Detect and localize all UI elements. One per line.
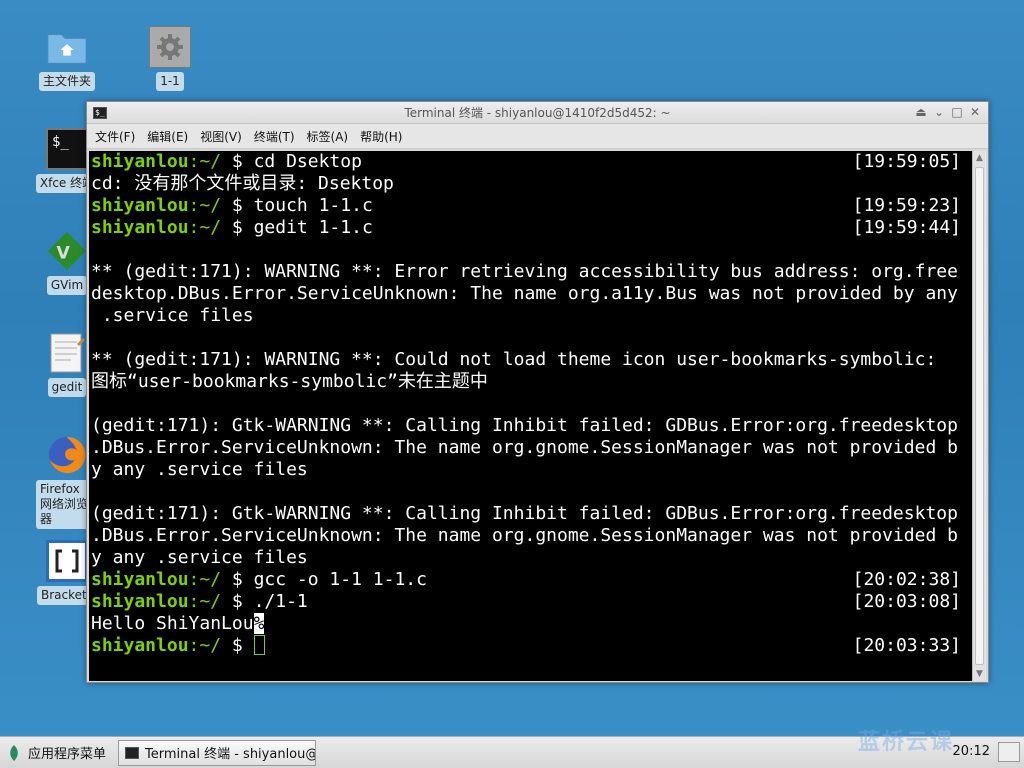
terminal-prompt-line: Hello ShiYanLou% <box>91 613 973 635</box>
terminal-output-line: .DBus.Error.ServiceUnknown: The name org… <box>91 525 958 546</box>
prompt-command: $ gcc -o 1-1 1-1.c <box>221 569 427 590</box>
terminal-prompt-line: shiyanlou:~/ $ gedit 1-1.c [19:59:44] <box>91 217 973 239</box>
no-newline-marker: % <box>253 613 265 634</box>
terminal-output[interactable]: shiyanlou:~/ $ cd Dsektop [19:59:05] cd: 没… <box>89 151 973 681</box>
window-title: Terminal 终端 - shiyanlou@1410f2d5d452: ~ <box>404 106 671 120</box>
xfce-leaf-icon <box>10 744 18 761</box>
applications-menu-button[interactable]: 应用程序菜单 <box>0 737 114 768</box>
prompt-path: :~/ <box>188 151 222 172</box>
terminal-output-line: ** (gedit:171): WARNING **: Could not lo… <box>91 349 937 370</box>
prompt-command: $ ./1-1 <box>221 591 308 612</box>
applications-menu-label: 应用程序菜单 <box>28 747 107 762</box>
menu-bar: 文件(F) 编辑(E) 视图(V) 终端(T) 标签(A) 帮助(H) <box>87 124 988 149</box>
taskbar-terminal-task[interactable]: Terminal 终端 - shiyanlou@… <box>118 739 317 766</box>
prompt-command: $ gedit 1-1.c <box>221 217 373 238</box>
menu-file[interactable]: 文件(F) <box>95 128 135 145</box>
terminal-cursor <box>253 635 265 655</box>
close-icon[interactable]: ✕ <box>968 105 982 119</box>
terminal-prompt-line: shiyanlou:~/ $ gcc -o 1-1 1-1.c [20:02:38… <box>91 569 973 591</box>
show-desktop-button[interactable] <box>998 742 1020 762</box>
terminal-output-line: .service files <box>91 305 254 326</box>
window-titlebar[interactable]: $_ Terminal 终端 - shiyanlou@1410f2d5d452:… <box>87 102 988 124</box>
prompt-path: :~/ <box>188 195 222 216</box>
terminal-output-line: y any .service files <box>91 459 308 480</box>
desktop-icon-label: 1-1 <box>156 72 184 91</box>
prompt-command: $ cd Dsektop <box>221 151 362 172</box>
scroll-down-icon[interactable]: ▼ <box>973 667 986 681</box>
menu-help[interactable]: 帮助(H) <box>360 128 402 145</box>
text-editor-icon <box>46 332 88 374</box>
prompt-path: :~/ <box>188 569 222 590</box>
svg-text:V: V <box>57 244 71 264</box>
terminal-prompt-line: shiyanlou:~/ $ ./1-1 [20:03:08] <box>91 591 973 613</box>
prompt-command: $ <box>221 635 254 656</box>
task-label: Terminal 终端 - shiyanlou@… <box>145 747 317 762</box>
terminal-icon <box>125 746 140 759</box>
terminal-output-line: 图标“user-bookmarks-symbolic”未在主题中 <box>91 371 488 392</box>
prompt-user: shiyanlou <box>91 151 189 172</box>
terminal-prompt-line: shiyanlou:~/ $ touch 1-1.c [19:59:23] <box>91 195 973 217</box>
terminal-prompt-line: shiyanlou:~/ $ cd Dsektop [19:59:05] <box>91 151 973 173</box>
prompt-path: :~/ <box>188 217 222 238</box>
scroll-up-icon[interactable]: ▲ <box>973 151 986 165</box>
minimize-icon[interactable]: ⌄ <box>932 105 946 119</box>
terminal-output-line: y any .service files <box>91 547 308 568</box>
gear-icon <box>149 26 191 68</box>
desktop-icon-settings-file[interactable]: 1-1 <box>130 26 210 91</box>
prompt-timestamp: [19:59:05] <box>852 151 961 172</box>
vim-icon: V <box>46 230 88 272</box>
menu-edit[interactable]: 编辑(E) <box>147 128 188 145</box>
prompt-timestamp: [20:03:08] <box>852 591 961 612</box>
scrollbar-thumb[interactable] <box>975 167 984 665</box>
prompt-user: shiyanlou <box>91 195 189 216</box>
terminal-output-line: .DBus.Error.ServiceUnknown: The name org… <box>91 437 958 458</box>
shade-icon[interactable]: ⏏ <box>914 105 928 119</box>
maximize-icon[interactable]: □ <box>950 105 964 119</box>
terminal-output-line: (gedit:171): Gtk-WARNING **: Calling Inh… <box>91 503 958 524</box>
prompt-user: shiyanlou <box>91 217 189 238</box>
prompt-user: shiyanlou <box>91 591 189 612</box>
folder-icon <box>46 26 88 68</box>
prompt-timestamp: [20:02:38] <box>852 569 961 590</box>
terminal-output-line: desktop.DBus.Error.ServiceUnknown: The n… <box>91 283 958 304</box>
clock: 20:12 <box>952 744 990 759</box>
firefox-icon <box>46 434 88 476</box>
prompt-path: :~/ <box>188 635 222 656</box>
menu-tabs[interactable]: 标签(A) <box>307 128 349 145</box>
taskbar: 应用程序菜单 Terminal 终端 - shiyanlou@… 蓝桥云课 20… <box>0 730 1024 768</box>
menu-view[interactable]: 视图(V) <box>200 128 242 145</box>
desktop-icon-home-folder[interactable]: 主文件夹 <box>27 26 107 91</box>
terminal-output-line: (gedit:171): Gtk-WARNING **: Calling Inh… <box>91 415 958 436</box>
desktop-icon-label: 主文件夹 <box>38 72 95 91</box>
prompt-timestamp: [19:59:23] <box>852 195 961 216</box>
terminal-output-line: ** (gedit:171): WARNING **: Error retrie… <box>91 261 958 282</box>
desktop-icon-label: GVim <box>46 276 88 295</box>
prompt-timestamp: [20:03:33] <box>852 635 961 656</box>
prompt-user: shiyanlou <box>91 635 189 656</box>
brackets-icon <box>46 540 88 582</box>
menu-terminal[interactable]: 终端(T) <box>254 128 295 145</box>
prompt-command: $ touch 1-1.c <box>221 195 373 216</box>
terminal-output-line: cd: 没有那个文件或目录: Dsektop <box>91 173 394 194</box>
terminal-prompt-line: shiyanlou:~/ $ [20:03:33] <box>91 635 973 657</box>
prompt-path: :~/ <box>188 591 222 612</box>
prompt-timestamp: [19:59:44] <box>852 217 961 238</box>
watermark-logo: 蓝桥云课 <box>857 730 954 755</box>
vertical-scrollbar[interactable]: ▲ ▼ <box>972 151 986 681</box>
program-output: Hello ShiYanLou <box>91 613 254 634</box>
terminal-icon: $_ <box>46 128 88 170</box>
terminal-window[interactable]: $_ Terminal 终端 - shiyanlou@1410f2d5d452:… <box>86 101 989 683</box>
prompt-user: shiyanlou <box>91 569 189 590</box>
desktop-icon-label: gedit <box>47 378 87 397</box>
